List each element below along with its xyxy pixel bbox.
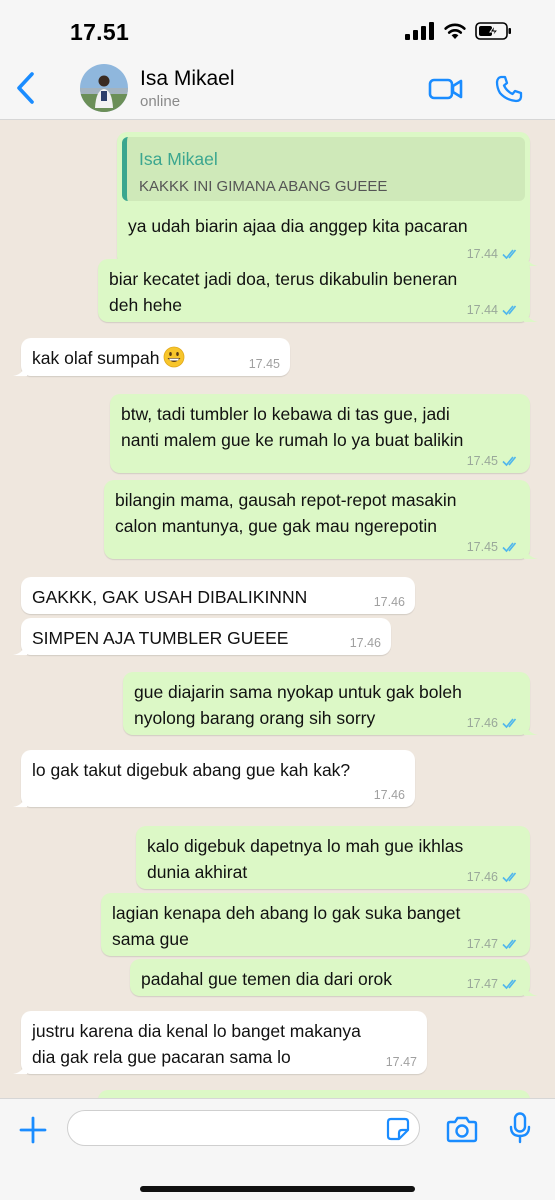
message-meta: 17.46 (350, 636, 381, 650)
message-meta: 17.46 (374, 595, 405, 609)
message-time: 17.47 (385, 1055, 417, 1069)
status-bar: 17.51 (0, 0, 555, 58)
double-check-icon (502, 939, 517, 950)
message-time: 17.45 (466, 540, 498, 554)
sticker-icon[interactable] (386, 1117, 410, 1141)
message-meta: 17.46 (374, 788, 405, 802)
message-time: 17.47 (466, 977, 498, 991)
message-bubble-outgoing[interactable]: kalo digebuk dapetnya lo mah gue ikhlas … (136, 826, 530, 889)
message-text: gue diajarin sama nyokap untuk gak boleh… (134, 682, 462, 728)
double-check-icon (502, 305, 517, 316)
message-time: 17.47 (466, 937, 498, 951)
message-text: ya udah biarin ajaa dia anggep kita paca… (128, 216, 468, 236)
message-text: kak olaf sumpah (32, 345, 185, 371)
bubble-tail (524, 543, 538, 559)
message-meta: 17.45 (249, 357, 280, 371)
bubble-tail (13, 639, 27, 655)
message-text: padahal gue temen dia dari orok (141, 969, 393, 989)
message-text: lo gak takut digebuk abang gue kah kak? (32, 760, 351, 780)
chat-header: Isa Mikael online (0, 58, 555, 120)
signal-icon (405, 22, 434, 40)
double-check-icon (502, 456, 517, 467)
message-text: SIMPEN AJA TUMBLER GUEEE (32, 628, 289, 648)
status-icons (405, 22, 513, 40)
message-bubble-outgoing[interactable]: Isa Mikael KAKKK INI GIMANA ABANG GUEEE … (117, 132, 538, 266)
message-text: kalo digebuk dapetnya lo mah gue ikhlas … (147, 836, 464, 882)
message-bubble-outgoing-partial[interactable] (98, 1090, 530, 1098)
message-time: 17.45 (248, 357, 280, 371)
message-meta: 17.46 (467, 870, 520, 884)
message-bubble-incoming[interactable]: kak olaf sumpah 17.45 (13, 338, 290, 376)
message-time: 17.46 (373, 788, 405, 802)
message-bubble-incoming[interactable]: GAKKK, GAK USAH DIBALIKINNN 17.46 (21, 577, 415, 614)
message-bubble-outgoing[interactable]: gue diajarin sama nyokap untuk gak boleh… (123, 672, 538, 735)
message-time: 17.44 (466, 303, 498, 317)
camera-icon[interactable] (446, 1115, 478, 1143)
bubble-tail (524, 980, 538, 996)
message-text: lagian kenapa deh abang lo gak suka bang… (112, 903, 461, 949)
message-time: 17.46 (466, 870, 498, 884)
avatar[interactable] (80, 64, 128, 112)
phone-call-icon[interactable] (494, 74, 524, 104)
message-meta: 17.47 (467, 977, 520, 991)
battery-icon (475, 22, 511, 40)
video-call-icon[interactable] (428, 75, 464, 103)
input-bar (0, 1098, 555, 1200)
message-text: GAKKK, GAK USAH DIBALIKINNN (32, 587, 308, 607)
message-bubble-outgoing[interactable]: lagian kenapa deh abang lo gak suka bang… (101, 893, 530, 956)
back-button[interactable] (12, 70, 42, 106)
grinning-face-emoji-icon (164, 346, 185, 368)
message-time: 17.46 (349, 636, 381, 650)
message-input[interactable] (67, 1110, 420, 1146)
message-meta: 17.46 (467, 716, 520, 730)
double-check-icon (502, 979, 517, 990)
double-check-icon (502, 542, 517, 553)
message-text: btw, tadi tumbler lo kebawa di tas gue, … (121, 404, 464, 450)
message-time: 17.46 (466, 716, 498, 730)
bubble-tail (13, 791, 27, 807)
message-text: bilangin mama, gausah repot-repot masaki… (115, 490, 457, 536)
message-bubble-outgoing[interactable]: btw, tadi tumbler lo kebawa di tas gue, … (110, 394, 530, 473)
message-bubble-outgoing[interactable]: bilangin mama, gausah repot-repot masaki… (104, 480, 538, 559)
message-time: 17.45 (466, 454, 498, 468)
home-indicator (140, 1186, 415, 1192)
message-text: justru karena dia kenal lo banget makany… (32, 1021, 361, 1067)
microphone-icon[interactable] (509, 1112, 531, 1144)
message-list[interactable]: Isa Mikael KAKKK INI GIMANA ABANG GUEEE … (0, 121, 555, 1098)
message-bubble-outgoing[interactable]: padahal gue temen dia dari orok 17.47 (130, 959, 538, 996)
message-meta: 17.45 (467, 540, 520, 554)
message-meta: 17.45 (467, 454, 520, 468)
quoted-reply-text: KAKKK INI GIMANA ABANG GUEEE (139, 178, 388, 195)
quoted-reply[interactable]: Isa Mikael KAKKK INI GIMANA ABANG GUEEE (122, 137, 525, 201)
message-meta: 17.47 (386, 1055, 417, 1069)
message-bubble-incoming[interactable]: SIMPEN AJA TUMBLER GUEEE 17.46 (13, 618, 391, 655)
wifi-icon (444, 23, 466, 39)
bubble-tail (13, 360, 27, 376)
contact-name[interactable]: Isa Mikael (140, 67, 235, 91)
double-check-icon (502, 718, 517, 729)
message-meta: 17.47 (467, 937, 520, 951)
message-time: 17.46 (373, 595, 405, 609)
status-time: 17.51 (70, 19, 130, 45)
double-check-icon (502, 872, 517, 883)
message-bubble-outgoing[interactable]: biar kecatet jadi doa, terus dikabulin b… (98, 259, 538, 322)
message-text: biar kecatet jadi doa, terus dikabulin b… (109, 269, 458, 315)
contact-status: online (140, 93, 181, 110)
bubble-tail (524, 719, 538, 735)
bubble-tail (524, 306, 538, 322)
message-meta: 17.44 (467, 303, 520, 317)
message-bubble-incoming[interactable]: lo gak takut digebuk abang gue kah kak? … (13, 750, 415, 807)
bubble-tail (13, 1058, 27, 1074)
message-bubble-incoming[interactable]: justru karena dia kenal lo banget makany… (13, 1011, 427, 1074)
quoted-reply-name: Isa Mikael (139, 149, 218, 169)
plus-icon[interactable] (18, 1115, 48, 1145)
